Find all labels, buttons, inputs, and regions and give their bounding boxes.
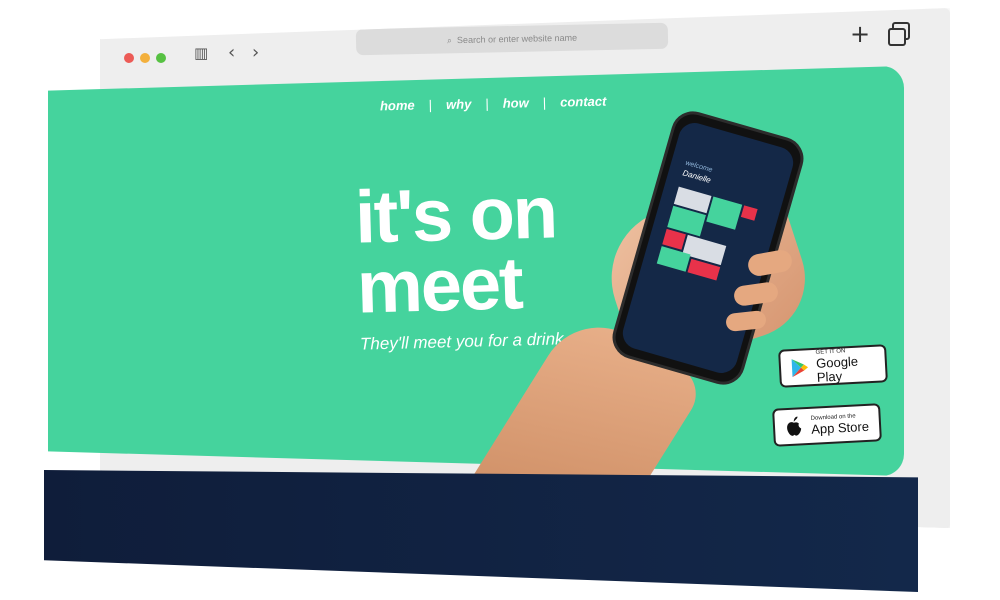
nav-separator: |: [542, 94, 547, 110]
browser-mockup: ▥ ‹ › ⌕ Search or enter website name + h…: [0, 0, 1000, 600]
google-play-big-text: Google Play: [815, 353, 859, 385]
phone-tile: [706, 196, 743, 230]
sidebar-icon[interactable]: ▥: [194, 44, 208, 62]
google-play-icon: [788, 356, 810, 379]
tabs-icon[interactable]: [888, 22, 910, 46]
nav-separator: |: [485, 96, 489, 112]
phone-tile: [740, 205, 758, 221]
close-window-button[interactable]: [124, 53, 134, 63]
nav-link-how[interactable]: how: [503, 95, 529, 111]
app-store-big-text: App Store: [810, 418, 870, 437]
address-bar-placeholder: Search or enter website name: [456, 32, 578, 46]
chevron-right-icon[interactable]: ›: [252, 42, 259, 63]
maximize-window-button[interactable]: [156, 53, 166, 63]
nav-separator: |: [428, 97, 433, 113]
google-play-badge[interactable]: GET IT ON Google Play: [778, 344, 888, 388]
chevron-left-icon[interactable]: ‹: [228, 42, 235, 63]
phone-tile: [682, 234, 727, 266]
apple-icon: [782, 415, 805, 438]
nav-link-home[interactable]: home: [380, 98, 415, 114]
headline-line-2: meet: [355, 241, 523, 329]
app-store-badge[interactable]: Download on the App Store: [772, 403, 882, 447]
search-icon: ⌕: [446, 34, 453, 45]
address-bar[interactable]: ⌕ Search or enter website name: [355, 22, 669, 56]
hero-headline: it's on meet: [354, 170, 559, 329]
footer-section: [44, 470, 918, 592]
plus-icon[interactable]: +: [850, 20, 870, 48]
browser-toolbar: ▥ ‹ › ⌕ Search or enter website name +: [100, 8, 950, 78]
minimize-window-button[interactable]: [140, 53, 150, 63]
nav-link-why[interactable]: why: [446, 96, 472, 112]
nav-link-contact[interactable]: contact: [560, 94, 607, 110]
